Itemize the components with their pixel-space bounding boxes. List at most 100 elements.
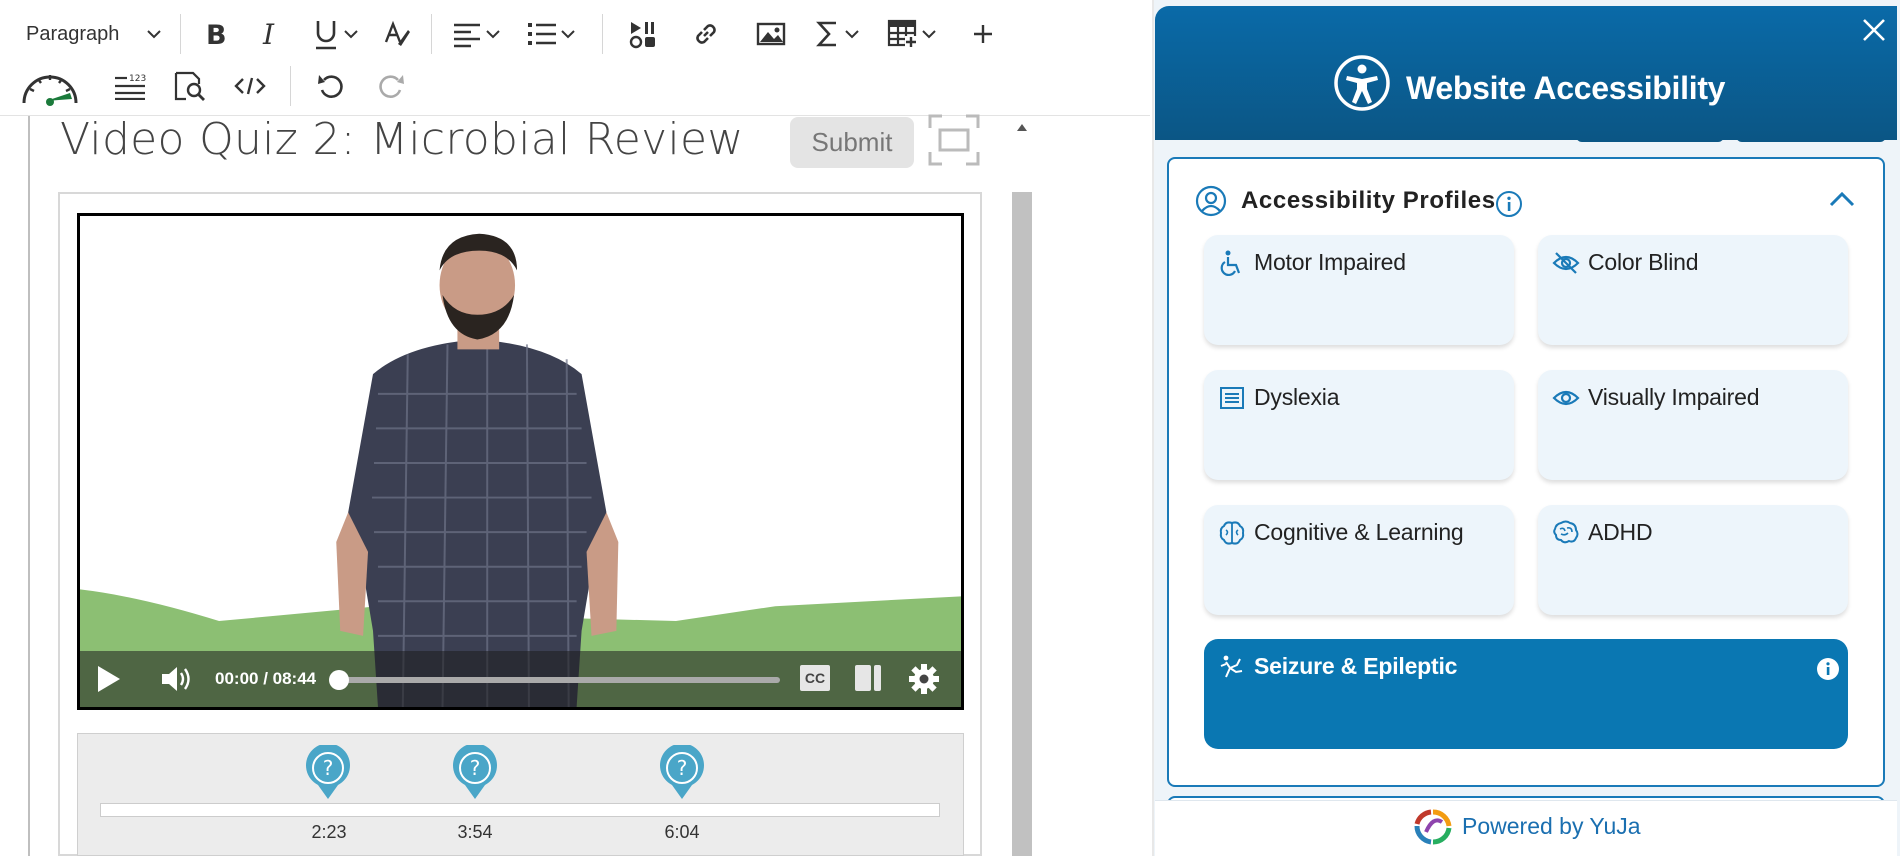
more-options-button[interactable] <box>953 14 1013 54</box>
bold-button[interactable]: B <box>191 14 241 54</box>
paragraph-format-label: Paragraph <box>26 22 120 45</box>
svg-text:I: I <box>262 19 275 49</box>
equation-button[interactable] <box>803 14 873 54</box>
eye-slash-icon <box>1552 252 1580 274</box>
chevron-up-icon[interactable] <box>1828 188 1856 210</box>
video-time-display: 00:00 / 08:44 <box>215 669 317 688</box>
table-icon <box>887 19 917 48</box>
chevron-down-icon <box>845 30 859 39</box>
svg-text:?: ? <box>470 756 481 780</box>
underline-button[interactable] <box>301 14 371 54</box>
quiz-timeline-panel <box>77 733 964 856</box>
profile-label: Color Blind <box>1588 249 1699 275</box>
insert-media-button[interactable] <box>613 14 673 54</box>
settings-gear-icon[interactable] <box>908 663 940 695</box>
wheelchair-icon <box>1220 250 1241 276</box>
profile-visually-impaired[interactable]: Visually Impaired <box>1538 370 1848 480</box>
svg-text:B: B <box>206 20 227 49</box>
table-button[interactable] <box>873 14 953 54</box>
chevron-down-icon <box>344 30 358 39</box>
paragraph-format-select[interactable]: Paragraph <box>0 14 170 54</box>
code-icon <box>234 77 266 95</box>
toolbar-divider <box>431 14 432 54</box>
svg-text:123: 123 <box>129 74 146 84</box>
toolbar-divider <box>602 14 603 54</box>
profile-label: Seizure & Epileptic <box>1254 653 1458 679</box>
text-lines-icon <box>1220 387 1244 409</box>
redo-button[interactable] <box>361 66 421 106</box>
insert-link-button[interactable] <box>673 14 738 54</box>
media-icon <box>629 22 655 49</box>
profile-cognitive-learning[interactable]: Cognitive & Learning <box>1204 505 1514 615</box>
sidebar-toggle-icon[interactable] <box>853 663 883 693</box>
chevron-down-icon <box>922 30 936 39</box>
info-icon[interactable] <box>1495 190 1523 218</box>
italic-icon: I <box>262 19 275 49</box>
profile-dyslexia[interactable]: Dyslexia <box>1204 370 1514 480</box>
insert-image-button[interactable] <box>738 14 803 54</box>
text-color-button[interactable] <box>371 14 421 54</box>
link-icon <box>695 24 716 44</box>
profile-motor-impaired[interactable]: Motor Impaired <box>1204 235 1514 345</box>
text-color-icon <box>384 20 410 46</box>
quiz-marker-time: 3:54 <box>457 822 493 842</box>
toolbar-divider <box>180 14 181 54</box>
quiz-marker-time: 2:23 <box>311 822 347 842</box>
underline-icon <box>316 21 336 50</box>
yuja-logo-icon <box>1414 809 1452 845</box>
video-frame <box>80 216 961 707</box>
align-button[interactable] <box>442 14 512 54</box>
source-code-button[interactable] <box>220 66 280 106</box>
accessibility-title: Website Accessibility <box>1406 70 1726 106</box>
volume-icon[interactable] <box>160 665 194 693</box>
video-player[interactable]: 00:00 / 08:44 CC <box>77 213 964 710</box>
quiz-marker-question-icon[interactable]: ? <box>304 745 352 801</box>
gauge-icon <box>22 75 78 106</box>
scrollbar-thumb[interactable] <box>1012 192 1032 856</box>
toolbar-divider <box>290 66 291 106</box>
profile-color-blind[interactable]: Color Blind <box>1538 235 1848 345</box>
find-replace-button[interactable] <box>160 66 220 106</box>
powered-by-text[interactable]: Powered by YuJa <box>1462 813 1641 840</box>
video-progress-handle[interactable] <box>329 670 349 690</box>
word-count-button[interactable]: 123 <box>100 66 160 106</box>
closed-captions-button[interactable]: CC <box>800 665 830 691</box>
video-controls-bar: 00:00 / 08:44 CC <box>80 651 961 707</box>
editor-toolbar: Paragraph B I 123 <box>0 0 1150 116</box>
profiles-heading: Accessibility Profiles <box>1241 187 1496 214</box>
toolbar-row-1: Paragraph B I <box>0 8 1013 60</box>
quiz-timeline-track[interactable] <box>100 803 940 817</box>
profile-seizure-epileptic[interactable]: Seizure & Epileptic <box>1204 639 1848 749</box>
undo-icon <box>318 75 343 98</box>
image-icon <box>756 22 785 46</box>
profile-label: Visually Impaired <box>1588 384 1760 410</box>
chevron-down-icon <box>486 30 500 39</box>
brain-icon <box>1219 521 1245 545</box>
quiz-marker-question-icon[interactable]: ? <box>451 745 499 801</box>
list-button[interactable] <box>512 14 592 54</box>
info-icon[interactable] <box>1816 657 1840 681</box>
play-icon[interactable] <box>94 664 122 694</box>
accessibility-checker-button[interactable] <box>0 66 100 106</box>
list-icon <box>528 23 556 45</box>
redo-icon <box>379 75 404 98</box>
eye-icon <box>1552 390 1580 406</box>
fullscreen-icon[interactable] <box>928 114 980 166</box>
user-circle-icon <box>1195 185 1227 217</box>
italic-button[interactable]: I <box>241 14 301 54</box>
close-icon[interactable] <box>1860 16 1888 44</box>
svg-text:?: ? <box>323 756 334 780</box>
chevron-down-icon <box>147 30 161 39</box>
chevron-down-icon <box>561 30 575 39</box>
profile-label: Dyslexia <box>1254 384 1340 410</box>
brain-head-icon <box>1553 520 1579 544</box>
word-count-icon: 123 <box>115 74 146 100</box>
find-icon <box>174 71 205 101</box>
profile-adhd[interactable]: ADHD <box>1538 505 1848 615</box>
scroll-up-arrow-icon[interactable] <box>1016 122 1028 132</box>
submit-button[interactable]: Submit <box>790 117 914 168</box>
video-progress-bar[interactable] <box>336 677 780 683</box>
quiz-marker-time: 6:04 <box>664 822 700 842</box>
undo-button[interactable] <box>301 66 361 106</box>
quiz-marker-question-icon[interactable]: ? <box>658 745 706 801</box>
